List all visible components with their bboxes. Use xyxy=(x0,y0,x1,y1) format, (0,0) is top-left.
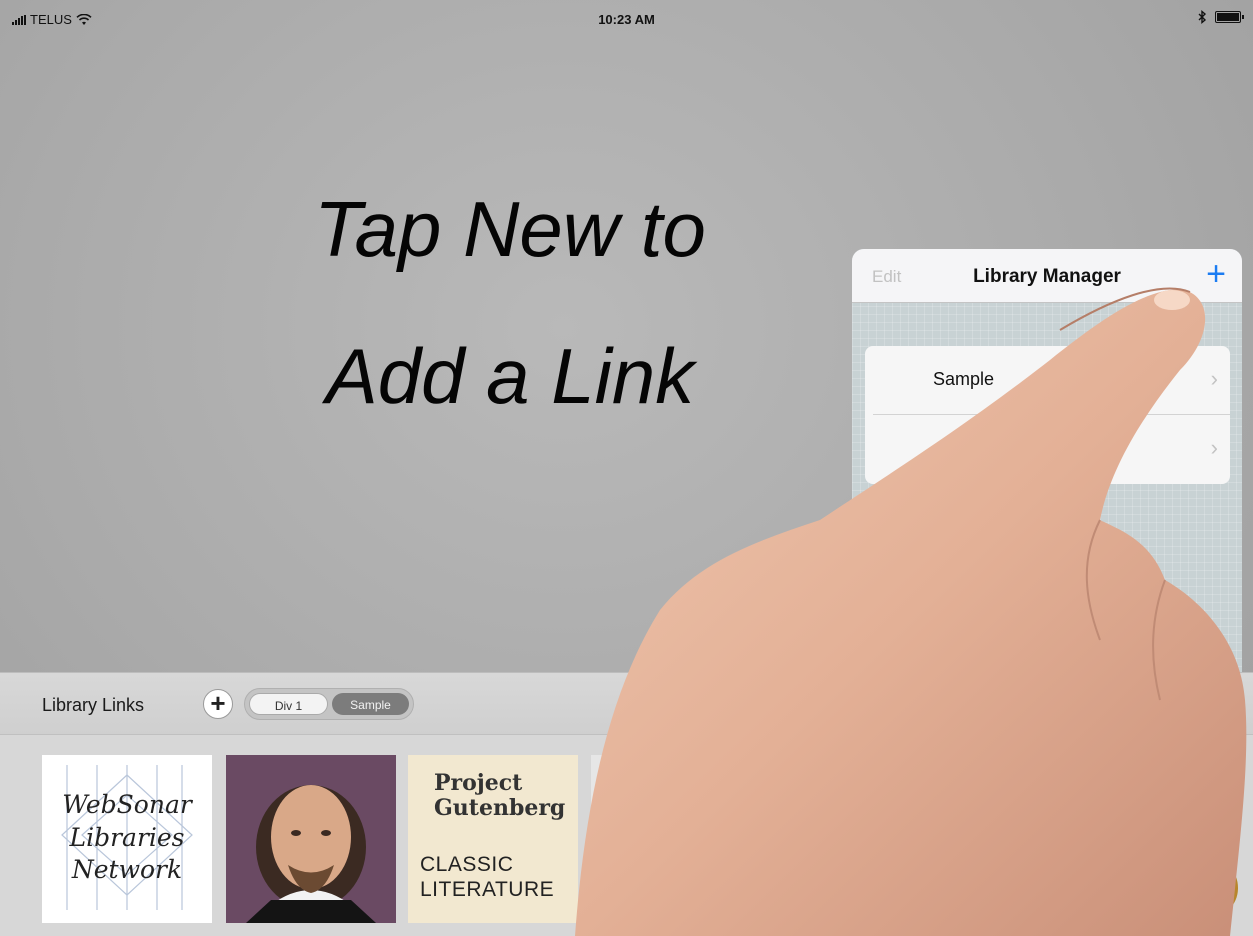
library-list: Sample › › xyxy=(865,346,1230,484)
battery-icon xyxy=(1215,11,1244,23)
websonar-thumbnail[interactable]: WebSonar Libraries Network xyxy=(42,755,212,923)
websonar-line-1: WebSonar xyxy=(62,790,192,819)
toolbar-title: Library Links xyxy=(42,695,145,715)
gutenberg-logo: Project Gutenberg xyxy=(434,770,566,822)
websonar-logo-text: WebSonar Libraries Network xyxy=(42,789,212,887)
status-bar: TELUS 10:23 AM xyxy=(0,0,1253,40)
shakespeare-thumbnail[interactable] xyxy=(226,755,396,923)
project-gutenberg-thumbnail[interactable]: Project Gutenberg CLASSIC LITERATURE xyxy=(408,755,578,923)
gutenberg-subtitle-line-2: LITERATURE xyxy=(420,878,555,902)
gutenberg-subtitle-line-1: CLASSIC xyxy=(420,853,514,876)
popover-nav-bar: Edit Library Manager + xyxy=(852,249,1242,303)
library-links-toolbar: Library Links + Div 1 Sample xyxy=(0,672,1253,734)
websonar-line-2: Libraries xyxy=(69,822,185,852)
popover-title: Library Manager xyxy=(973,266,1121,287)
ship-wheel-icon[interactable] xyxy=(1178,858,1238,918)
link-thumbnail-shelf: WebSonar Libraries Network Project Guten… xyxy=(0,734,1253,936)
gutenberg-title-line-1: Project xyxy=(434,770,523,796)
shakespeare-portrait xyxy=(226,755,396,923)
chevron-right-icon: › xyxy=(1210,366,1218,391)
status-time: 10:23 AM xyxy=(598,12,655,27)
link-thumbnail-4[interactable] xyxy=(591,755,761,923)
status-right xyxy=(1198,10,1244,24)
chevron-right-icon: › xyxy=(1210,435,1218,460)
library-row-sample[interactable]: Sample › xyxy=(873,346,1230,415)
library-row-2[interactable]: › xyxy=(873,415,1230,484)
gutenberg-subtitle: CLASSIC LITERATURE xyxy=(420,852,554,902)
library-row-label: Sample xyxy=(933,369,995,389)
add-link-button[interactable]: + xyxy=(203,689,233,719)
gutenberg-title-line-2: Gutenberg xyxy=(434,795,566,822)
websonar-line-3: Network xyxy=(71,855,183,884)
segment-div-1[interactable]: Div 1 xyxy=(249,693,328,715)
segment-sample[interactable]: Sample xyxy=(332,693,409,715)
screen: TELUS 10:23 AM Tap New to Add a Link Edi… xyxy=(0,0,1253,936)
add-library-button[interactable]: + xyxy=(1206,257,1226,291)
headline-line-1: Tap New to xyxy=(314,185,706,273)
bluetooth-icon xyxy=(1198,10,1207,24)
division-segmented-control: Div 1 Sample xyxy=(244,688,414,720)
headline-line-2: Add a Link xyxy=(325,332,695,420)
